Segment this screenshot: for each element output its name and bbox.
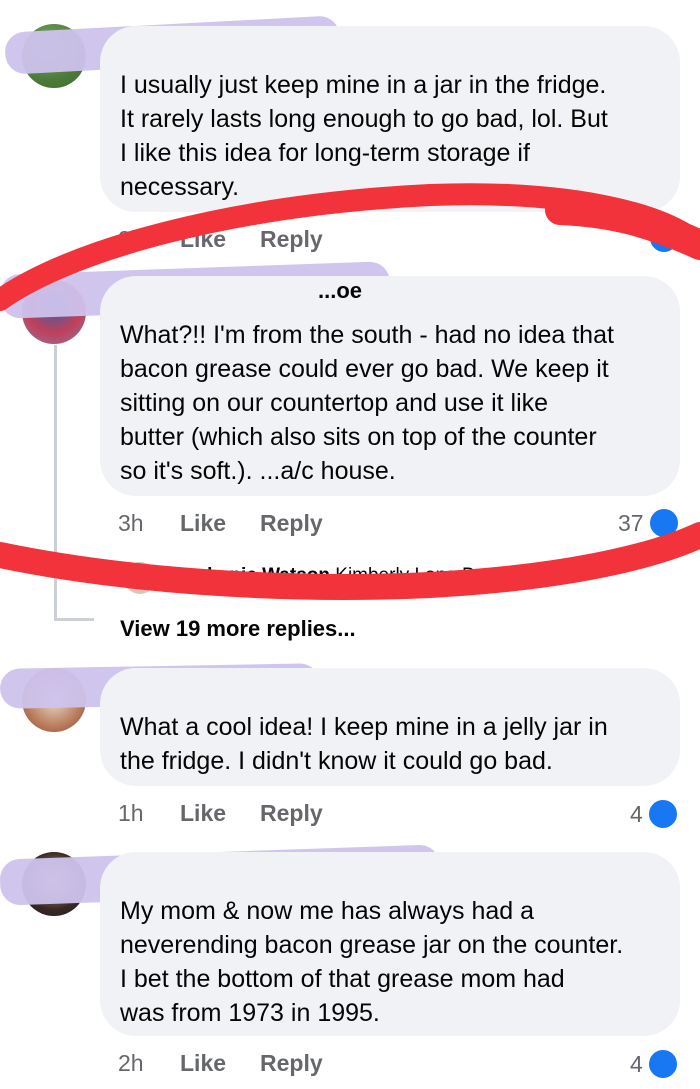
reply-author[interactable]: Stephanie Watson xyxy=(166,565,330,586)
like-button[interactable]: Like xyxy=(180,1050,226,1077)
reply-preview[interactable]: Stephanie Watson Kimberly Long Do ... ex… xyxy=(166,565,574,587)
comment-line: What?!! I'm from the south - had no idea… xyxy=(120,321,614,349)
reply-snippet: Kimberly Long Do ... exact... xyxy=(335,565,574,586)
comment-line: It rarely lasts long enough to go bad, l… xyxy=(120,105,608,133)
comment-line: necessary. xyxy=(120,173,240,201)
comment-line: was from 1973 in 1995. xyxy=(120,999,380,1027)
like-reaction-icon xyxy=(646,1048,679,1080)
comment-line: What a cool idea! I keep mine in a jelly… xyxy=(120,713,608,741)
comment-line: I usually just keep mine in a jar in the… xyxy=(120,71,607,99)
comment-line: I bet the bottom of that grease mom had xyxy=(120,965,565,993)
comment-timestamp[interactable]: 2h xyxy=(118,226,144,253)
comment-timestamp[interactable]: 3h xyxy=(118,510,144,537)
like-button[interactable]: Like xyxy=(180,510,226,537)
reply-avatar[interactable] xyxy=(124,562,156,594)
comment-actions: 1h Like Reply xyxy=(118,800,678,830)
comment-line: bacon grease could ever go bad. We keep … xyxy=(120,355,609,383)
reaction-count[interactable] xyxy=(648,222,680,254)
reaction-count[interactable]: 4 xyxy=(630,1048,679,1080)
like-reaction-icon xyxy=(647,507,680,539)
comment-text: I usually just keep mine in a jar in the… xyxy=(120,68,608,204)
thread-line xyxy=(54,345,57,620)
like-button[interactable]: Like xyxy=(180,800,226,827)
comment-actions: 3h Like Reply xyxy=(118,510,678,540)
view-more-replies-link[interactable]: View 19 more replies... xyxy=(120,616,356,642)
comment-line: My mom & now me has always had a xyxy=(120,897,535,925)
comment-line: butter (which also sits on top of the co… xyxy=(120,423,597,451)
comment-line: I like this idea for long-term storage i… xyxy=(120,139,530,167)
comment-author-fragment: ...oe xyxy=(318,278,363,303)
comment-timestamp[interactable]: 1h xyxy=(118,800,144,827)
comment-text: What a cool idea! I keep mine in a jelly… xyxy=(120,710,608,778)
reply-button[interactable]: Reply xyxy=(260,510,323,537)
reaction-number: 4 xyxy=(630,800,643,827)
comment-text: My mom & now me has always had a neveren… xyxy=(120,894,623,1030)
comment-line: sitting on our countertop and use it lik… xyxy=(120,389,549,417)
comment-actions: 2h Like Reply xyxy=(118,1050,678,1080)
reaction-count[interactable]: 37 xyxy=(618,507,680,539)
thread-line xyxy=(54,618,94,621)
like-button[interactable]: Like xyxy=(180,226,226,253)
like-reaction-icon xyxy=(648,222,680,254)
reply-button[interactable]: Reply xyxy=(260,800,323,827)
reply-button[interactable]: Reply xyxy=(260,226,323,253)
comment-line: neverending bacon grease jar on the coun… xyxy=(120,931,624,959)
reply-button[interactable]: Reply xyxy=(260,1050,323,1077)
comment-line: so it's soft.). ...a/c house. xyxy=(120,457,396,485)
comment-text: What?!! I'm from the south - had no idea… xyxy=(120,318,614,488)
comment-line: the fridge. I didn't know it could go ba… xyxy=(120,747,553,775)
reaction-count[interactable]: 4 xyxy=(630,798,679,830)
comment-timestamp[interactable]: 2h xyxy=(118,1050,144,1077)
comment-actions: 2h Like Reply xyxy=(118,226,678,256)
reaction-number: 37 xyxy=(618,509,644,536)
reaction-number: 4 xyxy=(630,1050,643,1077)
like-reaction-icon xyxy=(646,798,679,830)
